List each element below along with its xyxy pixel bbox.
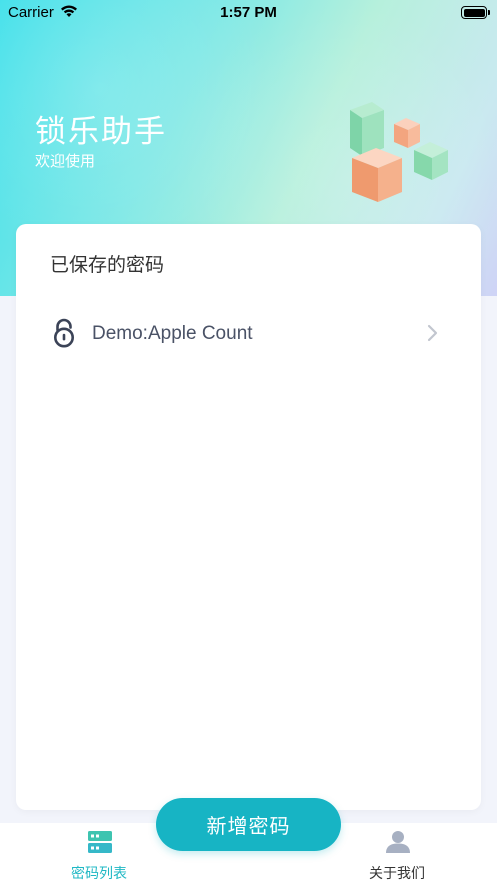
tab-about-us[interactable]: 关于我们 bbox=[337, 823, 457, 883]
tab-password-list[interactable]: 密码列表 bbox=[39, 823, 159, 883]
chevron-right-icon bbox=[427, 324, 438, 342]
tab-label-password-list: 密码列表 bbox=[71, 865, 127, 881]
app-subtitle: 欢迎使用 bbox=[35, 153, 96, 170]
status-bar: Carrier 1:57 PM bbox=[0, 0, 497, 28]
lock-icon bbox=[54, 318, 74, 348]
app-title: 锁乐助手 bbox=[35, 114, 167, 149]
status-time: 1:57 PM bbox=[220, 4, 277, 21]
section-title: 已保存的密码 bbox=[50, 255, 165, 276]
battery-icon bbox=[461, 6, 490, 19]
user-icon bbox=[386, 831, 410, 853]
saved-passwords-card: 已保存的密码 Demo:Apple Count bbox=[16, 224, 481, 810]
tab-label-about-us: 关于我们 bbox=[369, 865, 425, 881]
add-password-button[interactable]: 新增密码 bbox=[156, 798, 341, 851]
cubes-icon bbox=[350, 102, 448, 202]
list-icon bbox=[88, 831, 112, 853]
password-entry-label: Demo:Apple Count bbox=[92, 323, 253, 344]
password-list-item[interactable]: Demo:Apple Count bbox=[16, 314, 481, 356]
